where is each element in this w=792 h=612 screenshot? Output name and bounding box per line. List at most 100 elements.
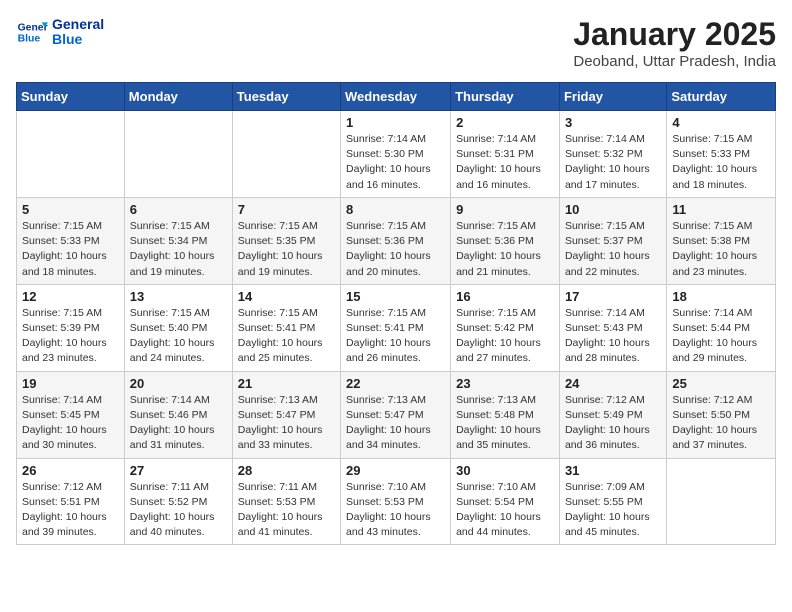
day-info: Sunrise: 7:12 AM Sunset: 5:49 PM Dayligh… [565, 393, 661, 454]
day-info: Sunrise: 7:11 AM Sunset: 5:52 PM Dayligh… [130, 480, 227, 541]
day-info: Sunrise: 7:15 AM Sunset: 5:40 PM Dayligh… [130, 306, 227, 367]
calendar-cell: 8Sunrise: 7:15 AM Sunset: 5:36 PM Daylig… [341, 197, 451, 284]
day-number: 4 [672, 115, 770, 130]
calendar-cell: 15 Sunrise: 7:15 AM Sunset: 5:41 PM Dayli… [341, 284, 451, 371]
calendar-cell [17, 111, 125, 198]
calendar-cell: 14 Sunrise: 7:15 AM Sunset: 5:41 PM Dayli… [232, 284, 340, 371]
day-number: 2 [456, 115, 554, 130]
svg-text:Blue: Blue [18, 34, 41, 45]
day-info: Sunrise: 7:14 AM Sunset: 5:43 PM Dayligh… [565, 306, 661, 367]
calendar-cell: 28Sunrise: 7:11 AM Sunset: 5:53 PM Dayli… [232, 458, 340, 545]
day-number: 10 [565, 202, 661, 217]
calendar-cell: 13 Sunrise: 7:15 AM Sunset: 5:40 PM Dayli… [124, 284, 232, 371]
day-info: Sunrise: 7:12 AM Sunset: 5:51 PM Dayligh… [22, 480, 119, 541]
calendar-cell: 10 Sunrise: 7:15 AM Sunset: 5:37 PM Dayli… [559, 197, 666, 284]
calendar-cell: 12Sunrise: 7:15 AM Sunset: 5:39 PM Dayli… [17, 284, 125, 371]
title-block: January 2025 Deoband, Uttar Pradesh, Ind… [573, 16, 776, 70]
calendar-table: SundayMondayTuesdayWednesdayThursdayFrid… [16, 82, 776, 545]
calendar-cell: 24 Sunrise: 7:12 AM Sunset: 5:49 PM Dayli… [559, 371, 666, 458]
day-number: 1 [346, 115, 445, 130]
day-number: 18 [672, 289, 770, 304]
month-title: January 2025 [573, 16, 776, 53]
day-number: 6 [130, 202, 227, 217]
calendar-cell: 29 Sunrise: 7:10 AM Sunset: 5:53 PM Dayli… [341, 458, 451, 545]
calendar-cell: 18 Sunrise: 7:14 AM Sunset: 5:44 PM Dayli… [667, 284, 776, 371]
day-info: Sunrise: 7:15 AM Sunset: 5:36 PM Dayligh… [346, 219, 445, 280]
calendar-week-row: 12Sunrise: 7:15 AM Sunset: 5:39 PM Dayli… [17, 284, 776, 371]
calendar-cell: 17 Sunrise: 7:14 AM Sunset: 5:43 PM Dayli… [559, 284, 666, 371]
day-number: 20 [130, 376, 227, 391]
day-number: 31 [565, 463, 661, 478]
calendar-cell: 26 Sunrise: 7:12 AM Sunset: 5:51 PM Dayli… [17, 458, 125, 545]
day-of-week-header: Saturday [667, 83, 776, 111]
day-number: 21 [238, 376, 335, 391]
logo-icon: General Blue [16, 16, 48, 48]
day-info: Sunrise: 7:15 AM Sunset: 5:33 PM Dayligh… [672, 132, 770, 193]
day-of-week-header: Sunday [17, 83, 125, 111]
day-number: 23 [456, 376, 554, 391]
day-number: 29 [346, 463, 445, 478]
calendar-cell: 4 Sunrise: 7:15 AM Sunset: 5:33 PM Daylig… [667, 111, 776, 198]
day-info: Sunrise: 7:14 AM Sunset: 5:45 PM Dayligh… [22, 393, 119, 454]
day-info: Sunrise: 7:12 AM Sunset: 5:50 PM Dayligh… [672, 393, 770, 454]
day-number: 17 [565, 289, 661, 304]
day-info: Sunrise: 7:15 AM Sunset: 5:36 PM Dayligh… [456, 219, 554, 280]
day-of-week-header: Tuesday [232, 83, 340, 111]
calendar-week-row: 5 Sunrise: 7:15 AM Sunset: 5:33 PM Daylig… [17, 197, 776, 284]
day-info: Sunrise: 7:14 AM Sunset: 5:30 PM Dayligh… [346, 132, 445, 193]
day-info: Sunrise: 7:15 AM Sunset: 5:38 PM Dayligh… [672, 219, 770, 280]
day-number: 26 [22, 463, 119, 478]
day-info: Sunrise: 7:14 AM Sunset: 5:31 PM Dayligh… [456, 132, 554, 193]
day-info: Sunrise: 7:15 AM Sunset: 5:34 PM Dayligh… [130, 219, 227, 280]
day-number: 14 [238, 289, 335, 304]
day-info: Sunrise: 7:14 AM Sunset: 5:32 PM Dayligh… [565, 132, 661, 193]
calendar-week-row: 26 Sunrise: 7:12 AM Sunset: 5:51 PM Dayli… [17, 458, 776, 545]
calendar-cell: 27 Sunrise: 7:11 AM Sunset: 5:52 PM Dayli… [124, 458, 232, 545]
day-number: 22 [346, 376, 445, 391]
day-number: 28 [238, 463, 335, 478]
day-info: Sunrise: 7:15 AM Sunset: 5:37 PM Dayligh… [565, 219, 661, 280]
day-info: Sunrise: 7:15 AM Sunset: 5:42 PM Dayligh… [456, 306, 554, 367]
calendar-cell: 1 Sunrise: 7:14 AM Sunset: 5:30 PM Daylig… [341, 111, 451, 198]
day-number: 9 [456, 202, 554, 217]
day-info: Sunrise: 7:15 AM Sunset: 5:35 PM Dayligh… [238, 219, 335, 280]
day-number: 7 [238, 202, 335, 217]
calendar-week-row: 19 Sunrise: 7:14 AM Sunset: 5:45 PM Dayli… [17, 371, 776, 458]
day-info: Sunrise: 7:15 AM Sunset: 5:41 PM Dayligh… [238, 306, 335, 367]
calendar-cell: 23 Sunrise: 7:13 AM Sunset: 5:48 PM Dayli… [451, 371, 560, 458]
day-info: Sunrise: 7:13 AM Sunset: 5:47 PM Dayligh… [238, 393, 335, 454]
day-number: 11 [672, 202, 770, 217]
calendar-week-row: 1 Sunrise: 7:14 AM Sunset: 5:30 PM Daylig… [17, 111, 776, 198]
day-number: 19 [22, 376, 119, 391]
day-info: Sunrise: 7:10 AM Sunset: 5:54 PM Dayligh… [456, 480, 554, 541]
calendar-header-row: SundayMondayTuesdayWednesdayThursdayFrid… [17, 83, 776, 111]
day-of-week-header: Thursday [451, 83, 560, 111]
calendar-cell: 25Sunrise: 7:12 AM Sunset: 5:50 PM Dayli… [667, 371, 776, 458]
day-number: 24 [565, 376, 661, 391]
day-info: Sunrise: 7:15 AM Sunset: 5:41 PM Dayligh… [346, 306, 445, 367]
day-number: 30 [456, 463, 554, 478]
calendar-cell [667, 458, 776, 545]
calendar-cell: 9 Sunrise: 7:15 AM Sunset: 5:36 PM Daylig… [451, 197, 560, 284]
day-number: 13 [130, 289, 227, 304]
day-number: 15 [346, 289, 445, 304]
location-subtitle: Deoband, Uttar Pradesh, India [573, 53, 776, 70]
logo: General Blue General Blue [16, 16, 104, 48]
day-info: Sunrise: 7:13 AM Sunset: 5:48 PM Dayligh… [456, 393, 554, 454]
calendar-cell: 22 Sunrise: 7:13 AM Sunset: 5:47 PM Dayli… [341, 371, 451, 458]
day-number: 5 [22, 202, 119, 217]
day-info: Sunrise: 7:15 AM Sunset: 5:33 PM Dayligh… [22, 219, 119, 280]
day-info: Sunrise: 7:13 AM Sunset: 5:47 PM Dayligh… [346, 393, 445, 454]
calendar-cell [124, 111, 232, 198]
day-info: Sunrise: 7:14 AM Sunset: 5:46 PM Dayligh… [130, 393, 227, 454]
calendar-cell: 20 Sunrise: 7:14 AM Sunset: 5:46 PM Dayli… [124, 371, 232, 458]
day-info: Sunrise: 7:09 AM Sunset: 5:55 PM Dayligh… [565, 480, 661, 541]
calendar-cell: 7 Sunrise: 7:15 AM Sunset: 5:35 PM Daylig… [232, 197, 340, 284]
day-info: Sunrise: 7:14 AM Sunset: 5:44 PM Dayligh… [672, 306, 770, 367]
page-header: General Blue General Blue January 2025 D… [16, 16, 776, 70]
day-number: 16 [456, 289, 554, 304]
day-info: Sunrise: 7:10 AM Sunset: 5:53 PM Dayligh… [346, 480, 445, 541]
day-number: 27 [130, 463, 227, 478]
calendar-cell: 21 Sunrise: 7:13 AM Sunset: 5:47 PM Dayli… [232, 371, 340, 458]
day-info: Sunrise: 7:15 AM Sunset: 5:39 PM Dayligh… [22, 306, 119, 367]
